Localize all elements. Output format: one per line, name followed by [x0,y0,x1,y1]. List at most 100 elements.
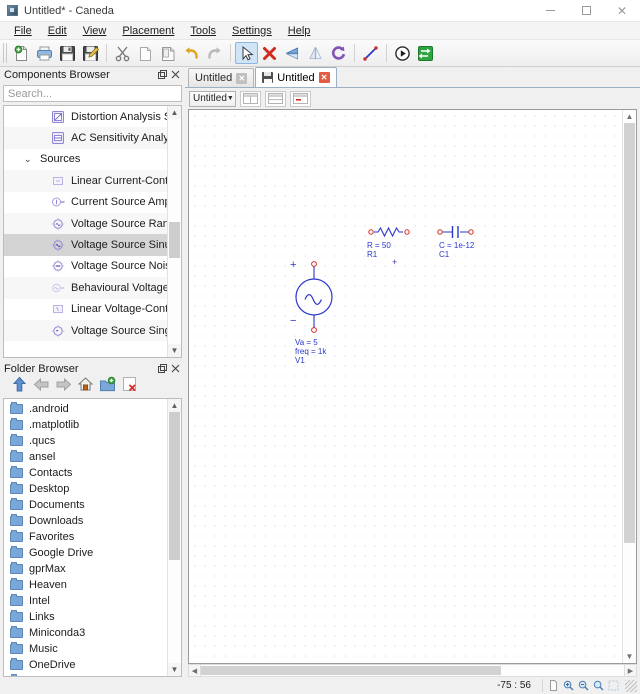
resistor-symbol[interactable] [367,225,411,239]
undo-button[interactable] [180,42,203,64]
list-item[interactable]: gprMax [4,561,167,577]
zoom-reset-button[interactable] [591,678,606,693]
save-as-button[interactable] [79,42,102,64]
components-list-scrollbar[interactable]: ▲ ▼ [167,106,181,357]
split-horizontal-button[interactable] [265,90,286,107]
wire-tool-button[interactable] [359,42,382,64]
tab-untitled-2[interactable]: Untitled ✕ [255,67,337,87]
simulate-button[interactable] [391,42,414,64]
split-vertical-button[interactable] [240,90,261,107]
components-browser-close-button[interactable] [169,68,182,81]
list-item[interactable]: Heaven [4,577,167,593]
tab-untitled-1[interactable]: Untitled ✕ [188,68,255,87]
list-item[interactable]: .android [4,401,167,417]
list-item[interactable]: Music [4,641,167,657]
list-item[interactable]: Current Source Amplitu... [4,192,167,213]
maximize-button[interactable] [568,0,604,21]
list-item[interactable]: Google Drive [4,545,167,561]
list-item[interactable]: Linear Current-Controlle... [4,170,167,192]
go-forward-button[interactable] [55,376,72,396]
save-button[interactable] [56,42,79,64]
list-item-selected[interactable]: Voltage Source Sinusoidal [4,234,167,256]
scrollbar-track[interactable] [623,123,636,650]
zoom-fit-page-button[interactable] [546,678,561,693]
menu-tools[interactable]: Tools [182,24,224,38]
list-item[interactable]: .qucs [4,433,167,449]
list-item[interactable]: Downloads [4,513,167,529]
capacitor-ref-label[interactable]: C1 [439,250,449,259]
scroll-down-button[interactable]: ▼ [168,663,181,676]
scrollbar-thumb[interactable] [169,411,180,560]
voltage-source-ref-label[interactable]: V1 [295,356,305,365]
canvas-vertical-scrollbar[interactable]: ▲ ▼ [622,110,636,663]
scrollbar-thumb[interactable] [169,222,180,258]
list-item[interactable]: Pictures [4,673,167,676]
print-button[interactable] [33,42,56,64]
scrollbar-thumb[interactable] [201,666,501,675]
list-item[interactable]: Documents [4,497,167,513]
list-item[interactable]: Distortion Analysis Simul... [4,106,167,127]
resize-grip[interactable] [625,679,637,692]
scrollbar-track[interactable] [168,411,181,664]
list-item[interactable]: Contacts [4,465,167,481]
tab-close-icon[interactable]: ✕ [318,72,330,83]
scroll-down-button[interactable]: ▼ [623,650,636,663]
scroll-up-button[interactable]: ▲ [168,398,181,412]
delete-button[interactable] [258,42,281,64]
zoom-fit-window-button[interactable] [606,678,621,693]
scroll-down-button[interactable]: ▼ [168,344,181,357]
go-back-button[interactable] [33,376,50,396]
list-item[interactable]: Voltage Source Noise [4,256,167,277]
list-item[interactable]: Voltage Source Random [4,212,167,235]
menu-edit[interactable]: Edit [40,24,75,38]
scroll-up-button[interactable]: ▲ [623,110,636,123]
mirror-horizontal-button[interactable] [281,42,304,64]
delete-file-button[interactable] [121,376,138,396]
list-item[interactable]: ansel [4,449,167,465]
close-button[interactable]: ✕ [604,0,640,21]
menu-settings[interactable]: Settings [224,24,280,38]
menu-file[interactable]: File [6,24,40,38]
select-tool-button[interactable] [235,42,258,64]
toolbar-grip[interactable] [3,43,8,63]
go-up-button[interactable] [11,376,28,396]
list-item[interactable]: .matplotlib [4,417,167,433]
list-item[interactable]: Voltage Source Single Fre... [4,319,167,342]
scroll-right-button[interactable]: ▶ [624,664,637,677]
list-item[interactable]: Desktop [4,481,167,497]
menu-placement[interactable]: Placement [114,24,182,38]
minimize-button[interactable] [532,0,568,21]
list-item[interactable]: OneDrive [4,657,167,673]
scrollbar-track[interactable] [201,664,624,677]
search-input[interactable] [3,85,182,102]
paste-button[interactable] [157,42,180,64]
open-simulation-button[interactable] [414,42,437,64]
zoom-in-button[interactable] [561,678,576,693]
list-group-sources[interactable]: ⌄ Sources [4,149,167,170]
home-button[interactable] [77,376,94,396]
menu-help[interactable]: Help [280,24,319,38]
folder-list-scrollbar[interactable]: ▲ ▼ [167,398,181,676]
resistor-value-label[interactable]: R = 50 [367,241,391,250]
voltage-source-frequency-label[interactable]: freq = 1k [295,347,326,356]
menu-view[interactable]: View [75,24,115,38]
mirror-vertical-button[interactable] [304,42,327,64]
scrollbar-thumb[interactable] [624,123,635,543]
components-browser-float-button[interactable] [156,68,169,81]
new-document-button[interactable] [10,42,33,64]
capacitor-value-label[interactable]: C = 1e-12 [439,241,474,250]
document-selector-combo[interactable]: Untitled ▼ [189,90,236,107]
list-item[interactable]: Favorites [4,529,167,545]
scrollbar-track[interactable] [168,119,181,344]
tab-close-icon[interactable]: ✕ [236,72,248,84]
new-folder-button[interactable] [99,376,116,396]
schematic-canvas[interactable]: R = 50 R1 C = 1e-12 C1 + − Va = 5 freq =… [189,110,622,663]
copy-button[interactable] [134,42,157,64]
list-item[interactable]: Intel [4,593,167,609]
list-item[interactable]: Behavioural Voltage Sour... [4,277,167,299]
scroll-up-button[interactable]: ▲ [168,106,181,119]
folder-browser-close-button[interactable] [169,362,182,375]
folder-browser-float-button[interactable] [156,362,169,375]
close-split-button[interactable] [290,90,311,107]
list-item[interactable]: Links [4,609,167,625]
